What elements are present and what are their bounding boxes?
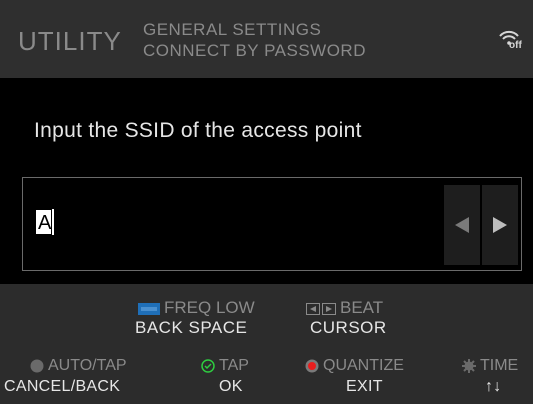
ssid-value: A bbox=[38, 212, 52, 234]
wifi-status-label: off bbox=[509, 40, 522, 51]
header-bar: UTILITY GENERAL SETTINGS CONNECT BY PASS… bbox=[0, 0, 533, 78]
text-caret bbox=[52, 209, 54, 235]
freq-low-hint: FREQ LOW bbox=[138, 298, 255, 318]
quantize-label: QUANTIZE bbox=[323, 357, 404, 374]
beat-label: BEAT bbox=[340, 298, 384, 317]
quantize-hint: QUANTIZE bbox=[305, 357, 404, 375]
exit-action[interactable]: EXIT bbox=[346, 378, 383, 396]
footer-bar: FREQ LOW BACK SPACE BEAT CURSOR AUTO/TAP… bbox=[0, 284, 533, 404]
freq-low-icon bbox=[138, 302, 160, 315]
quantize-icon bbox=[305, 359, 319, 373]
freq-low-label: FREQ LOW bbox=[164, 298, 255, 317]
input-prompt: Input the SSID of the access point bbox=[34, 119, 362, 142]
cancel-back-action[interactable]: CANCEL/BACK bbox=[4, 378, 120, 396]
time-adjust-action[interactable]: ↑↓ bbox=[485, 378, 502, 396]
breadcrumb-line2: CONNECT BY PASSWORD bbox=[143, 41, 366, 60]
wifi-off-icon: off bbox=[498, 28, 528, 52]
ok-action[interactable]: OK bbox=[219, 378, 243, 396]
breadcrumb-line1: GENERAL SETTINGS bbox=[143, 20, 322, 39]
back-space-action[interactable]: BACK SPACE bbox=[135, 318, 247, 338]
beat-hint: BEAT bbox=[306, 298, 383, 318]
cursor-action[interactable]: CURSOR bbox=[310, 318, 387, 338]
ssid-input[interactable]: A bbox=[22, 177, 522, 271]
arrow-left-icon bbox=[455, 217, 469, 233]
tap-label: TAP bbox=[219, 357, 249, 374]
main-panel: Input the SSID of the access point A bbox=[0, 78, 533, 284]
auto-tap-icon bbox=[30, 359, 44, 373]
auto-tap-hint: AUTO/TAP bbox=[30, 357, 127, 375]
arrow-right-icon bbox=[493, 217, 507, 233]
time-label: TIME bbox=[480, 357, 519, 374]
auto-tap-label: AUTO/TAP bbox=[48, 357, 127, 374]
cursor-right-button[interactable] bbox=[482, 185, 518, 265]
tap-hint: TAP bbox=[201, 357, 249, 375]
utility-screen: UTILITY GENERAL SETTINGS CONNECT BY PASS… bbox=[0, 0, 533, 404]
time-icon bbox=[462, 358, 476, 373]
cursor-left-button[interactable] bbox=[444, 185, 480, 265]
page-title: UTILITY bbox=[18, 26, 122, 56]
beat-icon bbox=[306, 302, 336, 315]
tap-icon bbox=[201, 359, 215, 373]
time-hint: TIME bbox=[462, 357, 518, 375]
